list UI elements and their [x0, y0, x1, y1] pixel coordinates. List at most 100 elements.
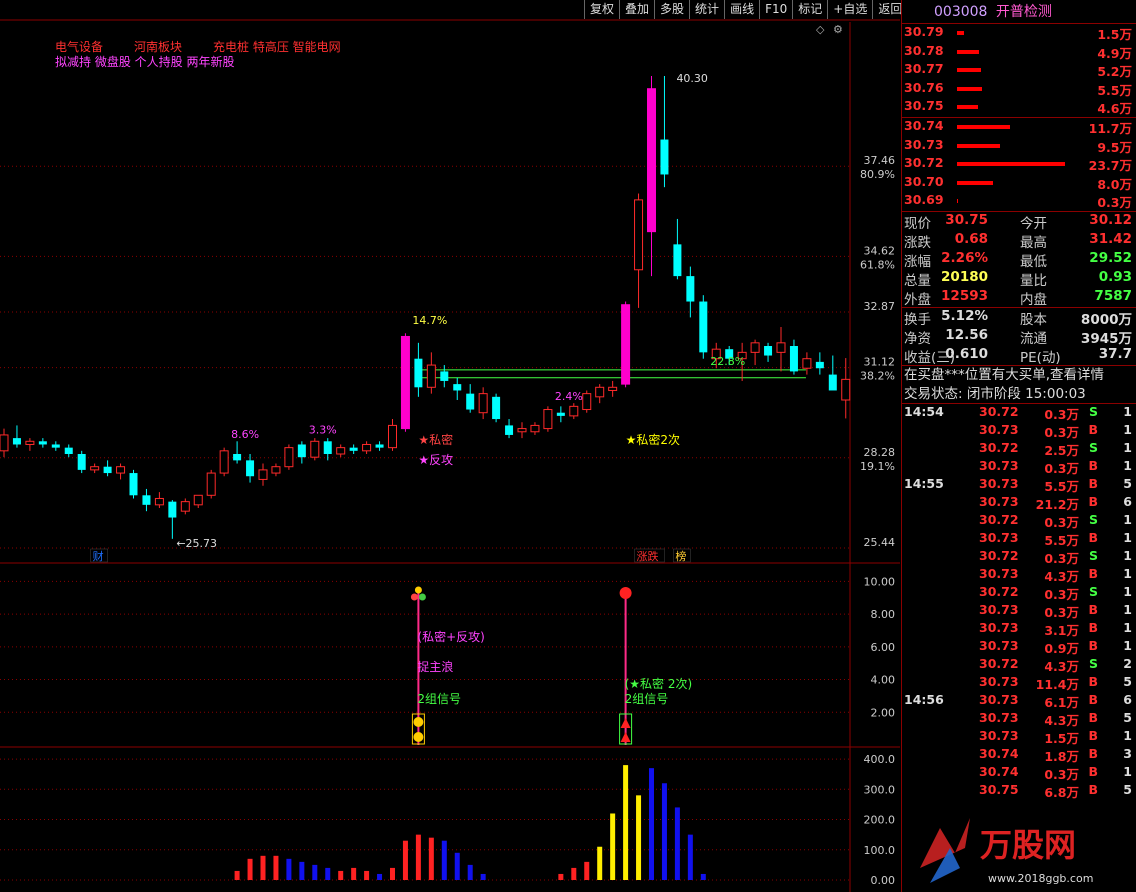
bar-tick-label: 400.0: [864, 753, 896, 766]
percent-label: 3.3%: [309, 423, 337, 436]
bid-row[interactable]: 30.70 8.0万: [902, 174, 1136, 193]
candle-body: [841, 378, 851, 401]
bid-list: 30.74 11.7万 30.73 9.5万 30.72 23.7万 30.70 8.0万 30…: [902, 118, 1136, 211]
quote-label: 最高: [1020, 234, 1047, 251]
tick-count: 5: [1123, 673, 1132, 689]
event-badge[interactable]: 榜: [675, 549, 686, 563]
quote-label: 流通: [1020, 330, 1047, 347]
stock-title[interactable]: 003008 开普检测: [902, 0, 1136, 24]
tick-direction: S: [1088, 655, 1098, 671]
volume-bar: [338, 870, 344, 880]
candle-body: [764, 346, 773, 356]
volume-bar: [351, 867, 357, 880]
candle-body: [103, 466, 112, 474]
tick-direction: B: [1088, 709, 1098, 725]
bid-row[interactable]: 30.69 0.3万: [902, 192, 1136, 211]
high-price-label: 40.30: [676, 72, 708, 85]
toolbar-button-3[interactable]: 统计: [689, 0, 724, 19]
tick-row: 30.74 0.3万 B 1: [902, 764, 1136, 782]
quote-label: 净资: [904, 330, 931, 347]
tick-count: 1: [1123, 583, 1132, 599]
quote-row: 现价 30.75 今开 30.12: [902, 212, 1136, 232]
concept-tag[interactable]: 电气设备: [55, 39, 103, 54]
volume-bar: [454, 852, 460, 880]
volume-bar: [687, 834, 693, 880]
candle-body: [776, 342, 786, 353]
ask-row[interactable]: 30.79 1.5万: [902, 24, 1136, 43]
volume-bar: [325, 867, 331, 880]
concept-tag[interactable]: 河南板块: [134, 39, 182, 54]
tick-volume: 4.3万: [1044, 568, 1079, 584]
candle-body: [466, 393, 475, 410]
toolbar-button-5[interactable]: F10: [759, 0, 792, 19]
ask-row[interactable]: 30.75 4.6万: [902, 98, 1136, 117]
indicator-signal-text: (★私密 2次): [625, 676, 693, 691]
tick-time: 14:55: [904, 475, 944, 491]
candle-body: [168, 501, 177, 518]
volume-bar: [312, 864, 318, 880]
bid-volume: 0.3万: [1097, 195, 1132, 211]
tick-volume: 0.3万: [1044, 550, 1079, 566]
candle-body: [699, 301, 708, 353]
quote-value: 12.56: [945, 326, 988, 343]
bid-volume-bar: [957, 124, 1011, 129]
ask-row[interactable]: 30.76 5.5万: [902, 80, 1136, 99]
candle-body: [206, 472, 216, 496]
tick-row: 30.72 2.5万 S 1: [902, 440, 1136, 458]
kline-chart-area[interactable]: 37.4680.9% 34.6261.8% 32.87 31.1238.2% 28.28…: [0, 0, 901, 892]
quote-value: 0.68: [954, 230, 988, 247]
indicator-signal-text: 2组信号: [417, 692, 461, 706]
bid-row[interactable]: 30.72 23.7万: [902, 155, 1136, 174]
concept-tag[interactable]: 充电桩 特高压 智能电网: [213, 39, 341, 54]
toolbar-button-6[interactable]: 标记: [792, 0, 827, 19]
tick-count: 6: [1123, 493, 1132, 509]
toolbar-button-0[interactable]: 复权: [584, 0, 619, 19]
ask-volume: 5.5万: [1097, 82, 1132, 98]
tick-volume: 0.3万: [1044, 424, 1079, 440]
tick-price: 30.73: [979, 421, 1019, 437]
quote-value: 8000万: [1080, 311, 1132, 328]
big-order-notice[interactable]: 在买盘***位置有大买单,查看详情: [902, 366, 1136, 385]
candle-body: [116, 466, 126, 474]
tick-price: 30.73: [979, 529, 1019, 545]
ask-price: 30.75: [904, 98, 944, 114]
volume-bar: [273, 855, 279, 880]
tick-count: 1: [1123, 529, 1132, 545]
quote-row: 外盘 12593 内盘 7587: [902, 288, 1136, 308]
toolbar-button-4[interactable]: 画线: [724, 0, 759, 19]
tick-row: 30.73 3.1万 B 1: [902, 620, 1136, 638]
event-badge[interactable]: 涨跌: [637, 549, 659, 563]
candle-body: [426, 364, 436, 388]
toolbar-button-1[interactable]: 叠加: [619, 0, 654, 19]
bid-row[interactable]: 30.74 11.7万: [902, 118, 1136, 137]
watermark-url: www.2018ggb.com: [988, 872, 1093, 885]
candle-body: [129, 473, 138, 496]
candle-body: [51, 444, 60, 448]
concept-tag-row2[interactable]: 拟减持 微盘股 个人持股 两年新股: [55, 54, 234, 69]
tick-price: 30.72: [979, 511, 1019, 527]
tick-direction: B: [1088, 457, 1098, 473]
event-badge[interactable]: 财: [93, 549, 104, 563]
toolbar-button-2[interactable]: 多股: [654, 0, 689, 19]
ask-row[interactable]: 30.78 4.9万: [902, 43, 1136, 62]
tick-price: 30.72: [979, 439, 1019, 455]
volume-bar: [700, 873, 706, 880]
indicator-signal-text: 捉主浪: [417, 659, 453, 674]
tick-direction: B: [1088, 673, 1098, 689]
volume-bar: [661, 783, 667, 880]
tick-count: 1: [1123, 421, 1132, 437]
bid-row[interactable]: 30.73 9.5万: [902, 137, 1136, 156]
diamond-icon[interactable]: ◇: [816, 23, 825, 36]
settings-icon[interactable]: ⚙: [833, 23, 843, 36]
tick-price: 30.73: [979, 493, 1019, 509]
y-tick-pct: 80.9%: [860, 168, 895, 181]
tick-count: 5: [1123, 709, 1132, 725]
volume-bar: [377, 873, 383, 880]
tick-row: 30.73 5.5万 B 1: [902, 530, 1136, 548]
volume-bar: [441, 840, 447, 880]
candle-body: [608, 386, 618, 391]
ask-row[interactable]: 30.77 5.2万: [902, 61, 1136, 80]
trade-status: 交易状态: 闭市阶段 15:00:03: [902, 385, 1136, 404]
y-tick-label: 28.28: [864, 446, 896, 459]
toolbar-button-7[interactable]: +自选: [827, 0, 872, 19]
